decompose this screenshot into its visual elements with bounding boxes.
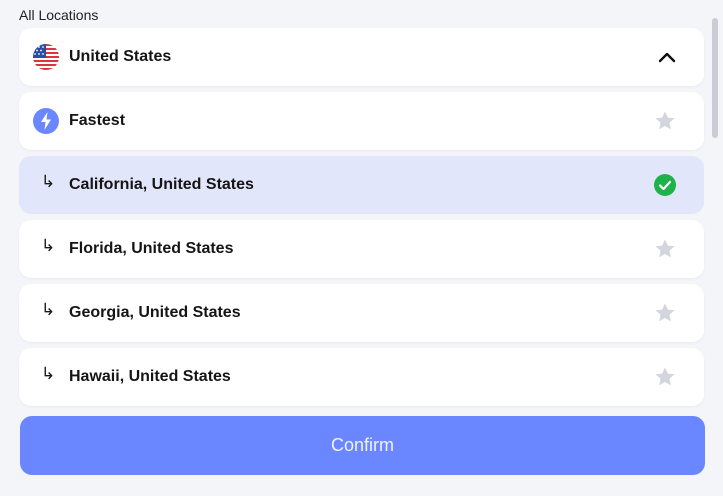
location-row-fastest[interactable]: Fastest <box>19 92 704 150</box>
location-row-hawaii[interactable]: ↳ Hawaii, United States <box>19 348 704 406</box>
location-label: Florida, United States <box>69 240 234 257</box>
star-icon[interactable] <box>654 238 676 260</box>
location-label: Fastest <box>69 112 126 129</box>
section-label-all-locations: All Locations <box>19 7 99 23</box>
star-icon[interactable] <box>654 302 676 324</box>
location-label: Hawaii, United States <box>69 368 231 385</box>
us-flag-icon <box>32 43 60 71</box>
sub-item-arrow-icon: ↳ <box>41 236 56 255</box>
location-label: Georgia, United States <box>69 304 241 321</box>
chevron-up-icon[interactable] <box>658 49 676 65</box>
check-circle-icon <box>654 174 676 196</box>
sub-item-arrow-icon: ↳ <box>41 364 56 383</box>
lightning-icon <box>32 107 60 135</box>
sub-item-arrow-icon: ↳ <box>41 172 56 191</box>
star-icon[interactable] <box>654 366 676 388</box>
scrollbar-thumb[interactable] <box>712 18 718 138</box>
star-icon[interactable] <box>654 110 676 132</box>
sub-item-arrow-icon: ↳ <box>41 300 56 319</box>
location-row-california[interactable]: ↳ California, United States <box>19 156 704 214</box>
location-label: California, United States <box>69 176 254 193</box>
location-row-florida[interactable]: ↳ Florida, United States <box>19 220 704 278</box>
location-row-georgia[interactable]: ↳ Georgia, United States <box>19 284 704 342</box>
country-label: United States <box>69 48 172 65</box>
country-row-united-states[interactable]: United States <box>19 28 704 86</box>
confirm-button[interactable]: Confirm <box>20 416 705 475</box>
